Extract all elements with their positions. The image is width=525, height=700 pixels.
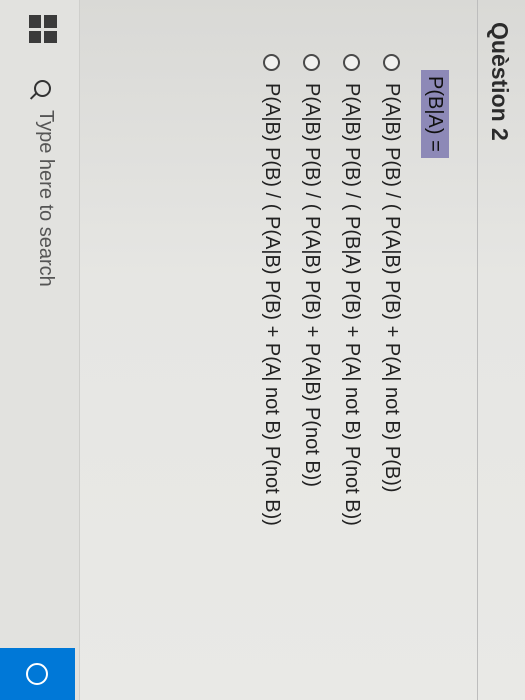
answer-option-label: P(A|B) P(B) / ( P(B|A) P(B) + P(A| not B…	[341, 83, 364, 526]
windows-start-icon[interactable]	[29, 15, 57, 43]
taskbar	[0, 0, 80, 700]
radio-button[interactable]	[263, 54, 281, 71]
taskbar-search-input[interactable]: Type here to search	[34, 110, 57, 287]
answer-option-label: P(A|B) P(B) / ( P(A|B) P(B) + P(A| not B…	[261, 83, 284, 526]
answer-option-4[interactable]: P(A|B) P(B) / ( P(A|B) P(B) + P(A| not B…	[257, 54, 287, 526]
radio-button[interactable]	[303, 54, 321, 71]
answer-option-2[interactable]: P(A|B) P(B) / ( P(B|A) P(B) + P(A| not B…	[337, 54, 367, 526]
answer-option-1[interactable]: P(A|B) P(B) / ( P(A|B) P(B) + P(A| not B…	[377, 54, 407, 493]
photo-background: Quèstion 2 P(B|A) = P(A|B) P(B) / ( P(A|…	[0, 0, 525, 700]
question-prompt: P(B|A) =	[421, 70, 449, 158]
cortana-button[interactable]	[0, 648, 75, 700]
answer-option-label: P(A|B) P(B) / ( P(A|B) P(B) + P(A| not B…	[381, 83, 404, 493]
answer-option-label: P(A|B) P(B) / ( P(A|B) P(B) + P(A|B) P(n…	[301, 83, 324, 487]
radio-button[interactable]	[343, 54, 361, 71]
title-divider	[477, 0, 478, 700]
radio-button[interactable]	[383, 54, 401, 71]
answer-option-3[interactable]: P(A|B) P(B) / ( P(A|B) P(B) + P(A|B) P(n…	[297, 54, 327, 487]
circle-icon	[26, 663, 49, 685]
rotated-screen: Quèstion 2 P(B|A) = P(A|B) P(B) / ( P(A|…	[0, 0, 525, 700]
question-title: Quèstion 2	[487, 22, 513, 141]
search-icon[interactable]	[34, 80, 51, 97]
